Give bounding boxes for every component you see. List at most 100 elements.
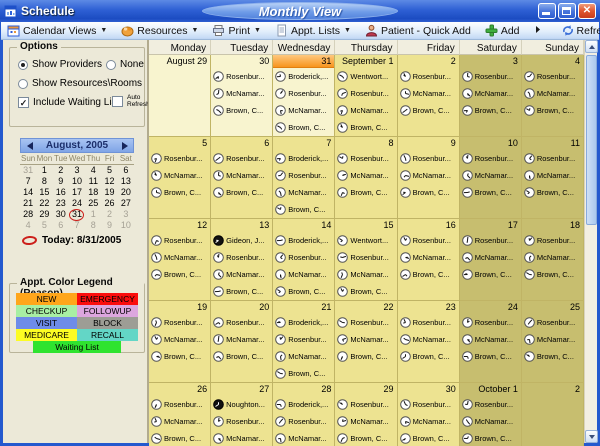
- day-cell-19[interactable]: 19Rosenbur...McNamar...Brown, C...: [149, 301, 211, 383]
- mini-day[interactable]: 28: [20, 209, 36, 220]
- appointment-item[interactable]: Rosenbur...: [522, 150, 583, 167]
- mini-day[interactable]: 30: [53, 209, 69, 220]
- appointment-item[interactable]: Gideon, J...: [211, 232, 272, 249]
- appointment-item[interactable]: McNamar...: [398, 167, 459, 184]
- appointment-item[interactable]: Rosenbur...: [149, 396, 210, 413]
- day-cell-31[interactable]: 31Broderick,...Rosenbur...McNamar...Brow…: [273, 55, 335, 137]
- appointment-item[interactable]: McNamar...: [460, 85, 521, 102]
- appointment-item[interactable]: McNamar...: [522, 85, 583, 102]
- day-cell-14[interactable]: 14Broderick,...Rosenbur...McNamar...Brow…: [273, 219, 335, 301]
- toolbar-button-more[interactable]: [528, 23, 553, 39]
- appointment-item[interactable]: Brown, C...: [273, 201, 334, 218]
- mini-day[interactable]: 25: [85, 198, 101, 209]
- mini-day-today[interactable]: 31: [69, 209, 85, 220]
- appointment-item[interactable]: Rosenbur...: [522, 314, 583, 331]
- mini-day[interactable]: 13: [118, 176, 134, 187]
- mini-day[interactable]: 7: [69, 220, 85, 231]
- mini-day[interactable]: 12: [101, 176, 117, 187]
- mini-day[interactable]: 27: [118, 198, 134, 209]
- day-cell-8[interactable]: 8Rosenbur...McNamar...Brown, C...: [335, 137, 397, 219]
- appointment-item[interactable]: Brown, C...: [335, 430, 396, 446]
- mini-day[interactable]: 11: [85, 176, 101, 187]
- appointment-item[interactable]: McNamar...: [460, 331, 521, 348]
- mini-day[interactable]: 4: [20, 220, 36, 231]
- appointment-item[interactable]: Rosenbur...: [149, 150, 210, 167]
- mini-day[interactable]: 24: [69, 198, 85, 209]
- vertical-scrollbar[interactable]: [584, 40, 597, 443]
- appointment-item[interactable]: Wentwort...: [335, 232, 396, 249]
- toolbar-button-add[interactable]: Add: [479, 23, 526, 39]
- appointment-item[interactable]: McNamar...: [211, 331, 272, 348]
- appointment-item[interactable]: Brown, C...: [460, 430, 521, 446]
- appointment-item[interactable]: Brown, C...: [398, 348, 459, 365]
- appointment-item[interactable]: Rosenbur...: [522, 68, 583, 85]
- appointment-item[interactable]: Rosenbur...: [149, 314, 210, 331]
- mini-day[interactable]: 1: [85, 209, 101, 220]
- appointment-item[interactable]: McNamar...: [149, 331, 210, 348]
- appointment-item[interactable]: McNamar...: [460, 249, 521, 266]
- appointment-item[interactable]: McNamar...: [460, 167, 521, 184]
- appointment-item[interactable]: Rosenbur...: [273, 167, 334, 184]
- appointment-item[interactable]: Rosenbur...: [335, 249, 396, 266]
- mini-day[interactable]: 31: [20, 165, 36, 176]
- appointment-item[interactable]: Rosenbur...: [273, 249, 334, 266]
- day-cell-12[interactable]: 12Rosenbur...McNamar...Brown, C...: [149, 219, 211, 301]
- appointment-item[interactable]: McNamar...: [211, 85, 272, 102]
- appointment-item[interactable]: McNamar...: [522, 249, 583, 266]
- mini-day[interactable]: 22: [36, 198, 52, 209]
- appointment-item[interactable]: Rosenbur...: [211, 249, 272, 266]
- appointment-item[interactable]: Brown, C...: [398, 102, 459, 119]
- day-cell-3[interactable]: 3Rosenbur...McNamar...Brown, C...: [460, 55, 522, 137]
- appointment-item[interactable]: Brown, C...: [273, 119, 334, 136]
- day-cell-17[interactable]: 17Rosenbur...McNamar...Brown, C...: [460, 219, 522, 301]
- mini-day[interactable]: 1: [36, 165, 52, 176]
- appointment-item[interactable]: McNamar...: [273, 266, 334, 283]
- appointment-item[interactable]: Rosenbur...: [335, 396, 396, 413]
- day-cell-2[interactable]: 2Rosenbur...McNamar...Brown, C...: [398, 55, 460, 137]
- scroll-up-button[interactable]: [585, 40, 598, 53]
- appointment-item[interactable]: Brown, C...: [211, 348, 272, 365]
- mini-day[interactable]: 6: [118, 165, 134, 176]
- today-shortcut[interactable]: Today: 8/31/2005: [20, 235, 134, 246]
- day-cell-30[interactable]: 30Rosenbur...McNamar...Brown, C...: [211, 55, 273, 137]
- day-cell-25[interactable]: 25Rosenbur...McNamar...Brown, C...: [522, 301, 584, 383]
- appointment-item[interactable]: Rosenbur...: [398, 68, 459, 85]
- mini-day[interactable]: 3: [118, 209, 134, 220]
- appointment-item[interactable]: Brown, C...: [460, 348, 521, 365]
- day-cell-26[interactable]: 26Rosenbur...McNamar...Brown, C...: [149, 383, 211, 446]
- mini-day[interactable]: 3: [69, 165, 85, 176]
- appointment-item[interactable]: McNamar...: [149, 249, 210, 266]
- day-cell-20[interactable]: 20Rosenbur...McNamar...Brown, C...: [211, 301, 273, 383]
- appointment-item[interactable]: Rosenbur...: [335, 314, 396, 331]
- mini-day[interactable]: 5: [101, 165, 117, 176]
- appointment-item[interactable]: Brown, C...: [398, 430, 459, 446]
- appointment-item[interactable]: Brown, C...: [522, 348, 583, 365]
- mini-day[interactable]: 2: [53, 165, 69, 176]
- day-cell-30[interactable]: 30Rosenbur...McNamar...Brown, C...: [398, 383, 460, 446]
- appointment-item[interactable]: Rosenbur...: [335, 150, 396, 167]
- day-cell-29[interactable]: 29Rosenbur...McNamar...Brown, C...: [335, 383, 397, 446]
- toolbar-button-resources[interactable]: Resources▼: [115, 23, 204, 39]
- appointment-item[interactable]: Brown, C...: [211, 184, 272, 201]
- mini-day[interactable]: 10: [118, 220, 134, 231]
- appointment-item[interactable]: Brown, C...: [460, 184, 521, 201]
- minimize-button[interactable]: [538, 3, 556, 19]
- appointment-item[interactable]: Brown, C...: [398, 266, 459, 283]
- appointment-item[interactable]: McNamar...: [398, 331, 459, 348]
- day-cell-6[interactable]: 6Rosenbur...McNamar...Brown, C...: [211, 137, 273, 219]
- appointment-item[interactable]: Brown, C...: [211, 283, 272, 300]
- day-cell-5[interactable]: 5Rosenbur...McNamar...Brown, C...: [149, 137, 211, 219]
- radio-none[interactable]: None: [106, 59, 144, 70]
- mini-day[interactable]: 26: [101, 198, 117, 209]
- appointment-item[interactable]: Brown, C...: [273, 283, 334, 300]
- appointment-item[interactable]: McNamar...: [398, 85, 459, 102]
- radio-show-providers[interactable]: Show Providers: [18, 59, 102, 70]
- toolbar-button-print[interactable]: Print▼: [206, 23, 267, 39]
- appointment-item[interactable]: Brown, C...: [460, 266, 521, 283]
- day-cell-18[interactable]: 18Rosenbur...McNamar...Brown, C...: [522, 219, 584, 301]
- day-cell-21[interactable]: 21Broderick,...Rosenbur...McNamar...Brow…: [273, 301, 335, 383]
- mini-day[interactable]: 17: [69, 187, 85, 198]
- appointment-item[interactable]: Rosenbur...: [398, 150, 459, 167]
- appointment-item[interactable]: Brown, C...: [273, 365, 334, 382]
- scrollbar-thumb[interactable]: [586, 55, 597, 225]
